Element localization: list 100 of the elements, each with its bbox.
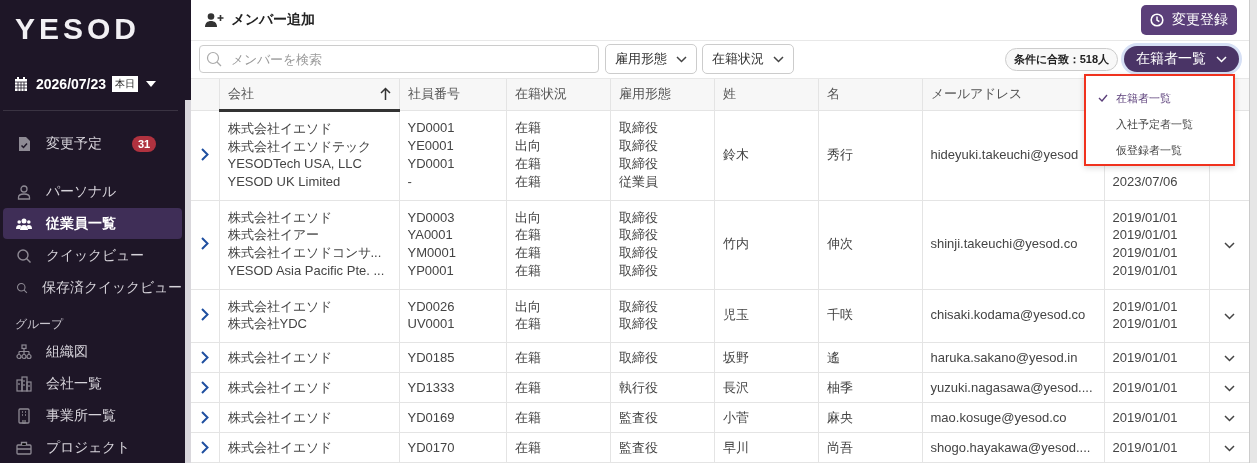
chevron-right-icon bbox=[200, 350, 209, 364]
person-plus-icon bbox=[205, 12, 225, 27]
table-cell-text: 柚季 bbox=[826, 378, 854, 397]
table-cell-text: 遙 bbox=[826, 348, 841, 367]
count-badge: 31 bbox=[132, 135, 157, 152]
search-icon bbox=[16, 247, 32, 264]
table-cell-text: 取締役 取締役 取締役 従業員 bbox=[618, 119, 659, 191]
table-cell-text: 取締役 bbox=[618, 348, 659, 367]
org-chart-icon bbox=[16, 343, 32, 360]
column-header[interactable]: 姓 bbox=[714, 78, 818, 111]
nav-item[interactable]: プロジェクト bbox=[3, 432, 182, 463]
table-cell-text: 在籍 bbox=[514, 348, 542, 367]
filter-dropdown[interactable]: 雇用形態 bbox=[605, 44, 697, 75]
table-cell-text: 株式会社イエソド bbox=[227, 438, 333, 457]
person-icon bbox=[16, 183, 32, 200]
chevron-down-icon bbox=[773, 55, 784, 63]
table-cell-text: 株式会社イエソド bbox=[227, 348, 333, 367]
calendar-icon bbox=[14, 76, 28, 92]
table-cell-text: hideyuki.takeuchi@yesod bbox=[930, 146, 1080, 164]
match-count: 条件に合致：518人 bbox=[1004, 47, 1118, 71]
table-cell-text: 早川 bbox=[722, 438, 750, 457]
menu-item[interactable]: 仮登録者一覧 bbox=[1086, 137, 1233, 164]
caret-icon[interactable] bbox=[146, 81, 157, 87]
chevron-down-icon bbox=[1216, 55, 1227, 63]
chevron-down-icon bbox=[1223, 414, 1235, 422]
document-check-icon bbox=[16, 135, 32, 152]
table-cell-text: YD0185 bbox=[407, 348, 456, 367]
table-cell-text: 取締役 取締役 bbox=[618, 297, 659, 333]
table-cell-text: mao.kosuge@yesod.co bbox=[930, 408, 1068, 427]
table-cell-text: 在籍 bbox=[514, 438, 542, 457]
table-cell-text: 秀行 bbox=[826, 146, 854, 164]
table-cell-text: 取締役 取締役 取締役 取締役 bbox=[618, 208, 659, 280]
table-cell-text: haruka.sakano@yesod.in bbox=[930, 348, 1079, 367]
today-badge: 本日 bbox=[112, 76, 139, 92]
table-cell-text: 小菅 bbox=[722, 408, 750, 427]
table-cell-text: 児玉 bbox=[722, 306, 750, 325]
chevron-right-icon bbox=[200, 410, 209, 424]
table-cell-text: 2019/01/01 2019/01/01 bbox=[1112, 297, 1179, 333]
filter-dropdown[interactable]: 在籍状況 bbox=[702, 44, 794, 75]
table-cell-text: 2023/07/06 bbox=[1112, 173, 1179, 191]
nav-item[interactable]: 変更予定 31 bbox=[3, 128, 182, 159]
table-cell-text: 2019/01/01 2019/01/01 2019/01/01 2019/01/01 bbox=[1112, 208, 1179, 280]
chevron-right-icon bbox=[200, 148, 209, 161]
chevron-right-icon bbox=[200, 380, 209, 394]
table-cell-text: 出向 在籍 在籍 在籍 bbox=[514, 208, 542, 280]
nav-item[interactable]: 従業員一覧 bbox=[3, 208, 182, 239]
section-title: グループ bbox=[14, 316, 65, 333]
chevron-right-icon bbox=[200, 237, 209, 251]
table-cell-text: YD0026 UV0001 bbox=[407, 297, 456, 333]
table-cell-text: YD1333 bbox=[407, 378, 456, 397]
chevron-right-icon bbox=[200, 308, 209, 322]
table-cell-text: 鈴木 bbox=[722, 146, 750, 164]
table-cell-text: yuzuki.nagasawa@yesod.... bbox=[930, 378, 1094, 397]
view-select[interactable]: 在籍者一覧 bbox=[1124, 46, 1239, 73]
clock-icon bbox=[1150, 12, 1164, 27]
buildings-icon bbox=[16, 375, 32, 392]
scrollbar[interactable] bbox=[185, 100, 191, 463]
chevron-down-icon bbox=[676, 55, 687, 63]
table-cell-text: 監査役 bbox=[618, 408, 659, 427]
table-cell-text: 株式会社イエソド bbox=[227, 408, 333, 427]
table-cell-text: 執行役 bbox=[618, 378, 659, 397]
check-icon bbox=[1098, 94, 1108, 103]
column-header[interactable]: 名 bbox=[818, 78, 922, 111]
menu-item[interactable]: 入社予定者一覧 bbox=[1086, 111, 1233, 138]
table-cell-text: 出向 在籍 bbox=[514, 297, 542, 333]
table-cell-text: 株式会社イエソド 株式会社YDC bbox=[227, 297, 333, 333]
column-header[interactable]: 在籍状況 bbox=[506, 78, 610, 111]
column-header[interactable]: 社員番号 bbox=[399, 78, 506, 111]
nav-item[interactable]: クイックビュー bbox=[3, 240, 182, 271]
table-cell-text: 監査役 bbox=[618, 438, 659, 457]
table-cell-text: YD0170 bbox=[407, 438, 456, 457]
nav-item[interactable]: パーソナル bbox=[3, 176, 182, 207]
table-cell-text: chisaki.kodama@yesod.co bbox=[930, 306, 1087, 325]
chevron-down-icon bbox=[1223, 312, 1235, 320]
chevron-down-icon bbox=[1223, 444, 1235, 452]
nav-item[interactable]: 事業所一覧 bbox=[3, 400, 182, 431]
logo: YESOD bbox=[14, 11, 142, 47]
table-cell-text: YD0003 YA0001 YM0001 YP0001 bbox=[407, 208, 457, 280]
table-cell-text: 長沢 bbox=[722, 378, 750, 397]
table-cell-text: 千咲 bbox=[826, 306, 854, 325]
table-cell-text: 2019/01/01 bbox=[1112, 348, 1179, 367]
register-change-button[interactable]: 変更登録 bbox=[1141, 4, 1237, 35]
scrollbar[interactable] bbox=[1249, 0, 1257, 463]
table-cell-text: 在籍 bbox=[514, 408, 542, 427]
column-header[interactable]: 会社 bbox=[219, 78, 399, 111]
search-field[interactable]: メンバーを検索 bbox=[199, 45, 599, 74]
nav-item[interactable]: 会社一覧 bbox=[3, 368, 182, 399]
table-cell-text: 2019/01/01 bbox=[1112, 408, 1179, 427]
table-cell-text: YD0001 YE0001 YD0001 - bbox=[407, 119, 456, 191]
column-header[interactable]: 雇用形態 bbox=[610, 78, 714, 111]
add-member-button[interactable]: メンバー追加 bbox=[205, 10, 315, 29]
table-cell-text: 株式会社イエソド bbox=[227, 378, 333, 397]
chevron-down-icon bbox=[1223, 384, 1235, 392]
nav-item[interactable]: 保存済クイックビュー bbox=[3, 272, 182, 303]
current-date[interactable]: 2026/07/23 bbox=[36, 76, 107, 92]
table-cell-text: 在籍 bbox=[514, 378, 542, 397]
nav-item[interactable]: 組織図 bbox=[3, 336, 182, 367]
table-cell-text: 株式会社イエソド 株式会社イアー 株式会社イエソドコンサ... YESOD Asia Pacific Pte. ... bbox=[227, 208, 386, 280]
chevron-down-icon bbox=[1223, 354, 1235, 362]
chevron-down-icon bbox=[1223, 241, 1235, 249]
